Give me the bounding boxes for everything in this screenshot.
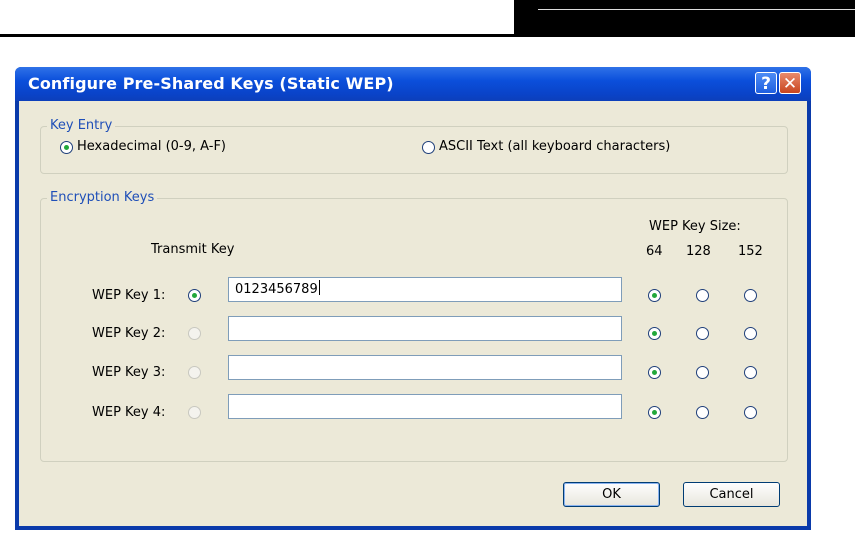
help-icon: ? — [761, 74, 771, 94]
wep-key-1-input[interactable]: 0123456789 — [228, 277, 622, 302]
size-col-128: 128 — [686, 244, 711, 259]
transmit-key-header: Transmit Key — [151, 242, 235, 257]
wep-key-3-transmit-radio[interactable] — [188, 366, 201, 379]
page-header-block — [514, 0, 855, 35]
wep-key-4-size-128-radio[interactable] — [696, 406, 709, 419]
wep-key-1-value: 0123456789 — [235, 282, 318, 297]
help-button[interactable]: ? — [755, 72, 777, 94]
wep-key-1-size-64-radio[interactable] — [648, 289, 661, 302]
text-caret — [318, 280, 320, 295]
wep-key-1-size-152-radio[interactable] — [744, 289, 757, 302]
ascii-radio-label[interactable]: ASCII Text (all keyboard characters) — [439, 139, 670, 154]
wep-key-2-label: WEP Key 2: — [92, 326, 166, 341]
wep-key-4-transmit-radio[interactable] — [188, 406, 201, 419]
wep-key-2-transmit-radio[interactable] — [188, 327, 201, 340]
wep-key-2-size-128-radio[interactable] — [696, 327, 709, 340]
encryption-keys-legend: Encryption Keys — [47, 190, 158, 205]
encryption-keys-group: Encryption Keys Transmit Key WEP Key Siz… — [40, 190, 788, 462]
wep-key-size-header: WEP Key Size: — [649, 219, 741, 234]
window-title: Configure Pre-Shared Keys (Static WEP) — [28, 74, 394, 93]
ascii-radio[interactable] — [422, 141, 435, 154]
wep-key-3-size-64-radio[interactable] — [648, 366, 661, 379]
hex-radio[interactable] — [60, 141, 73, 154]
cancel-button[interactable]: Cancel — [683, 482, 780, 507]
wep-key-3-size-152-radio[interactable] — [744, 366, 757, 379]
wep-keys-dialog: Configure Pre-Shared Keys (Static WEP) ?… — [15, 67, 811, 530]
wep-key-2-size-152-radio[interactable] — [744, 327, 757, 340]
hex-radio-label[interactable]: Hexadecimal (0-9, A-F) — [77, 139, 226, 154]
wep-key-4-label: WEP Key 4: — [92, 405, 166, 420]
wep-key-1-transmit-radio[interactable] — [188, 289, 201, 302]
title-bar[interactable]: Configure Pre-Shared Keys (Static WEP) ?… — [15, 67, 811, 101]
key-entry-legend: Key Entry — [47, 118, 116, 133]
wep-key-2-size-64-radio[interactable] — [648, 327, 661, 340]
wep-key-3-size-128-radio[interactable] — [696, 366, 709, 379]
wep-key-3-input[interactable] — [228, 355, 622, 380]
key-entry-group: Key Entry Hexadecimal (0-9, A-F) ASCII T… — [40, 118, 788, 174]
wep-key-4-size-152-radio[interactable] — [744, 406, 757, 419]
wep-key-1-label: WEP Key 1: — [92, 288, 166, 303]
wep-key-4-size-64-radio[interactable] — [648, 406, 661, 419]
ok-button[interactable]: OK — [563, 482, 660, 507]
size-col-64: 64 — [646, 244, 663, 259]
wep-key-2-input[interactable] — [228, 316, 622, 341]
wep-key-1-size-128-radio[interactable] — [696, 289, 709, 302]
size-col-152: 152 — [738, 244, 763, 259]
wep-key-4-input[interactable] — [228, 394, 622, 419]
dialog-client-area: Key Entry Hexadecimal (0-9, A-F) ASCII T… — [19, 101, 807, 526]
wep-key-3-label: WEP Key 3: — [92, 365, 166, 380]
close-icon: ✕ — [782, 74, 798, 94]
close-button[interactable]: ✕ — [779, 72, 801, 94]
